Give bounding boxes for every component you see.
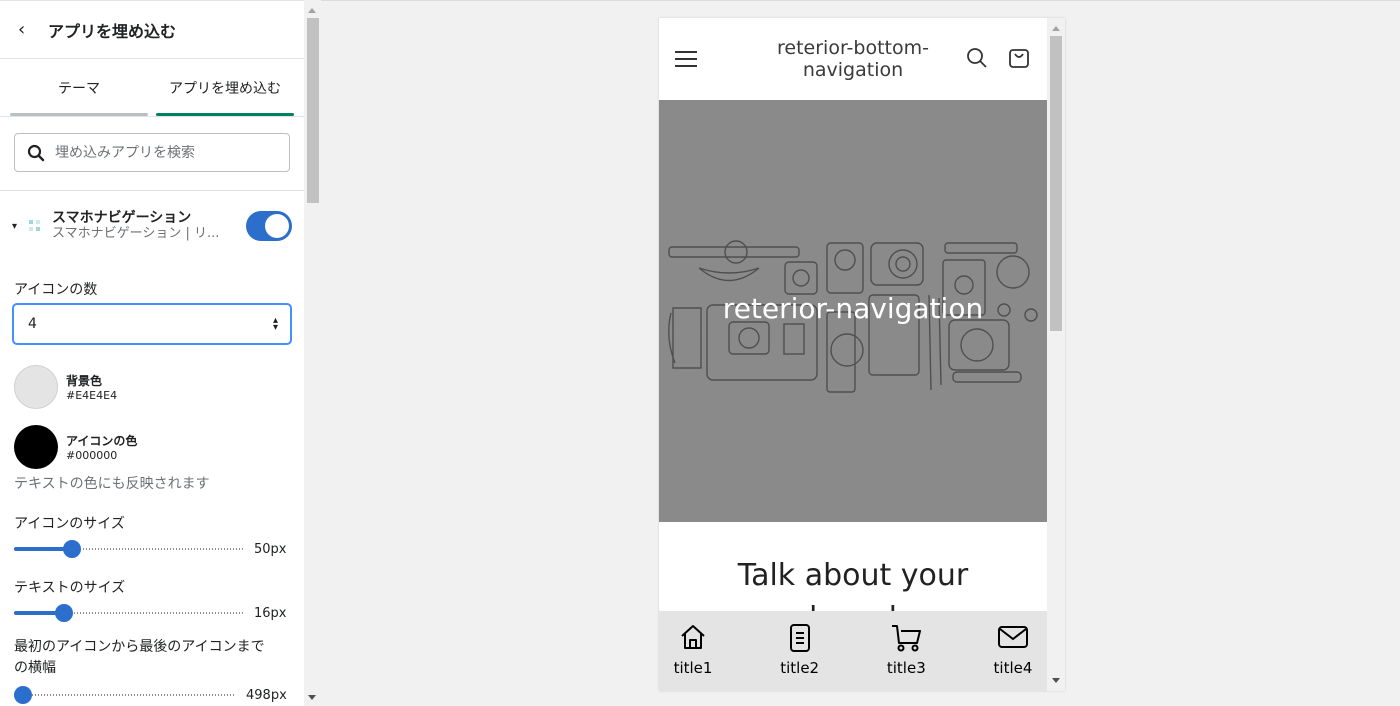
nav-item-label: title1 xyxy=(673,659,713,677)
tab-app-embeds[interactable]: アプリを埋め込む xyxy=(156,59,294,116)
theme-sidebar: ‹ アプリを埋め込む テーマ アプリを埋め込む ▾ xyxy=(0,0,304,706)
home-icon xyxy=(681,625,705,649)
tab-theme[interactable]: テーマ xyxy=(10,59,148,116)
icon-count-select[interactable]: 4 ▴ ▾ xyxy=(12,303,292,345)
bg-color-text: 背景色 #E4E4E4 xyxy=(66,372,117,402)
app-root: ‹ アプリを埋め込む テーマ アプリを埋め込む ▾ xyxy=(0,0,1400,706)
mail-icon xyxy=(997,626,1028,648)
app-enabled-toggle[interactable] xyxy=(246,211,292,241)
sidebar-header: ‹ アプリを埋め込む xyxy=(0,1,304,59)
text-size-slider[interactable] xyxy=(14,604,244,622)
nav-item-label: title4 xyxy=(993,659,1033,677)
icon-size-slider[interactable] xyxy=(14,540,244,558)
icon-color-hex: #000000 xyxy=(66,449,118,462)
back-chevron-icon[interactable]: ‹ xyxy=(18,19,48,40)
scrollbar-thumb[interactable] xyxy=(307,18,319,203)
app-logo-icon xyxy=(29,220,40,231)
search-icon xyxy=(27,144,45,161)
sidebar-scrollbar[interactable] xyxy=(304,0,321,706)
width-slider[interactable] xyxy=(14,686,236,704)
icon-color-picker[interactable]: アイコンの色 #000000 xyxy=(0,417,304,477)
bg-color-picker[interactable]: 背景色 #E4E4E4 xyxy=(0,357,304,417)
nav-item-3[interactable]: title3 xyxy=(876,611,936,691)
icon-count-value: 4 xyxy=(28,316,37,332)
mobile-preview: reterior-bottom-navigation reterior-navi… xyxy=(659,18,1065,691)
icon-count-label: アイコンの数 xyxy=(14,282,98,298)
width-label: 最初のアイコンから最後のアイコンまでの横幅 xyxy=(14,639,265,676)
icon-color-swatch[interactable] xyxy=(14,425,58,469)
bottom-navigation-bar: title1 title2 title3 title4 xyxy=(659,611,1047,691)
app-names: スマホナビゲーション スマホナビゲーション | リ... xyxy=(52,210,246,241)
preview-scrollbar[interactable] xyxy=(1047,18,1065,691)
cart-icon xyxy=(892,625,922,652)
icon-size-value: 50px xyxy=(254,541,287,557)
preview-screen: reterior-bottom-navigation reterior-navi… xyxy=(659,18,1047,691)
menu-icon[interactable] xyxy=(675,46,697,72)
section-heading: Talk about your xyxy=(737,558,969,593)
app-name: スマホナビゲーション xyxy=(52,210,192,227)
slider-thumb[interactable] xyxy=(14,686,32,704)
scrollbar-thumb[interactable] xyxy=(1050,36,1062,331)
header-icons xyxy=(965,46,1031,70)
search-section xyxy=(0,117,304,191)
scroll-up-arrow-icon[interactable] xyxy=(308,8,316,13)
text-size-slider-row: 16px xyxy=(0,603,304,623)
search-box[interactable] xyxy=(14,133,290,172)
hero-heading: reterior-navigation xyxy=(722,292,984,325)
nav-item-2[interactable]: title2 xyxy=(770,611,830,691)
search-input[interactable] xyxy=(55,144,255,161)
search-icon[interactable] xyxy=(965,46,989,70)
app-embed-row[interactable]: ▾ スマホナビゲーション スマホナビゲーション | リ... xyxy=(0,191,304,261)
slider-thumb[interactable] xyxy=(55,604,73,622)
select-arrows-icon: ▴ ▾ xyxy=(272,315,278,333)
sidebar-title: アプリを埋め込む xyxy=(48,21,177,41)
icon-size-label: アイコンのサイズ xyxy=(14,516,125,532)
toggle-knob xyxy=(265,214,289,238)
bg-color-hex: #E4E4E4 xyxy=(66,389,118,402)
bg-color-label: 背景色 xyxy=(66,374,103,388)
scroll-up-arrow-icon[interactable] xyxy=(1052,26,1060,31)
width-slider-row: 498px xyxy=(0,685,304,705)
nav-item-label: title3 xyxy=(886,659,926,677)
slider-thumb[interactable] xyxy=(63,540,81,558)
text-size-label: テキストのサイズ xyxy=(14,580,126,596)
document-icon xyxy=(789,624,810,652)
hero-banner: reterior-navigation xyxy=(659,100,1047,522)
slider-track xyxy=(14,694,236,696)
icon-color-hint: テキストの色にも反映されます xyxy=(14,476,210,492)
sidebar-tabs: テーマ アプリを埋め込む xyxy=(0,59,304,117)
icon-color-label: アイコンの色 xyxy=(66,434,138,448)
icon-size-slider-row: 50px xyxy=(0,539,304,559)
expand-caret-icon[interactable]: ▾ xyxy=(12,221,26,232)
shop-header: reterior-bottom-navigation xyxy=(659,18,1047,100)
width-value: 498px xyxy=(246,687,287,703)
text-size-value: 16px xyxy=(254,605,287,621)
nav-item-label: title2 xyxy=(780,659,820,677)
shop-title[interactable]: reterior-bottom-navigation xyxy=(759,37,947,81)
preview-divider xyxy=(321,0,1400,1)
bg-color-swatch[interactable] xyxy=(14,365,58,409)
cart-bag-icon[interactable] xyxy=(1007,46,1031,70)
nav-item-4[interactable]: title4 xyxy=(983,611,1043,691)
icon-color-text: アイコンの色 #000000 xyxy=(66,432,137,462)
app-subtitle: スマホナビゲーション | リ... xyxy=(52,225,220,241)
scroll-down-arrow-icon[interactable] xyxy=(1052,678,1060,683)
scroll-down-arrow-icon[interactable] xyxy=(308,695,316,700)
nav-item-1[interactable]: title1 xyxy=(663,611,723,691)
